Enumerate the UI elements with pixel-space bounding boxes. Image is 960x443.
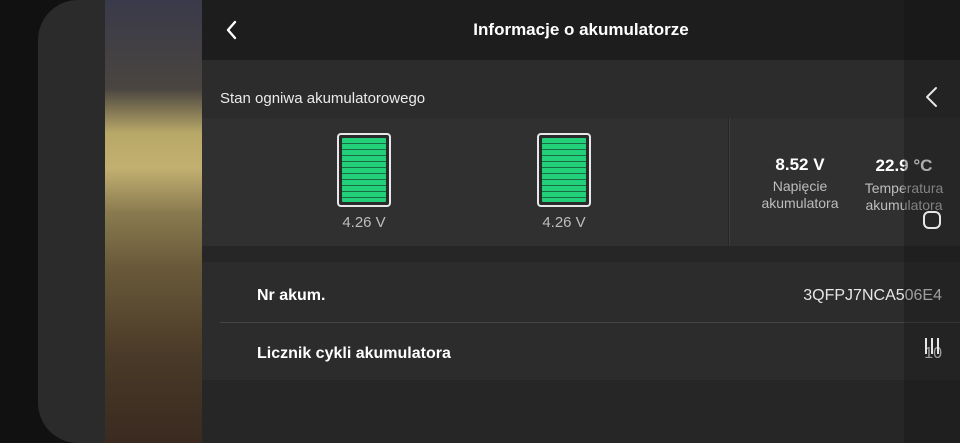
battery-info-panel: Informacje o akumulatorze Stan ogniwa ak…	[202, 0, 960, 443]
cells-section-header	[202, 60, 960, 118]
cell-voltage: 4.26 V	[342, 214, 386, 231]
battery-voltage-value: 8.52 V	[775, 155, 825, 174]
label-line: akumulatora	[761, 195, 839, 211]
battery-cell-2	[537, 133, 591, 207]
system-nav-bar	[904, 0, 960, 443]
cycle-count-label: Licznik cykli akumulatora	[257, 345, 451, 362]
cells-section-title: Stan ogniwa akumulatorowego	[220, 90, 426, 107]
camera-preview	[105, 0, 205, 443]
cells-area: 4.26 V 4.26 V	[202, 118, 728, 246]
cell-voltage: 4.26 V	[542, 214, 586, 231]
cell-fill	[542, 138, 586, 202]
recents-icon[interactable]	[922, 336, 942, 356]
home-icon[interactable]	[922, 210, 942, 230]
top-bar: Informacje o akumulatorze	[202, 0, 960, 60]
battery-cell-1	[337, 133, 391, 207]
cell-fill	[342, 138, 386, 202]
label-line: Napięcie	[772, 178, 828, 194]
row-divider	[220, 322, 960, 323]
battery-voltage-label: Napięcie akumulatora	[740, 178, 860, 212]
battery-serial-label: Nr akum.	[257, 287, 326, 304]
page-title: Informacje o akumulatorze	[473, 20, 689, 39]
back-icon[interactable]	[922, 86, 942, 108]
info-rows: Nr akum. 3QFPJ7NCA506E4 Licznik cykli ak…	[202, 262, 960, 380]
